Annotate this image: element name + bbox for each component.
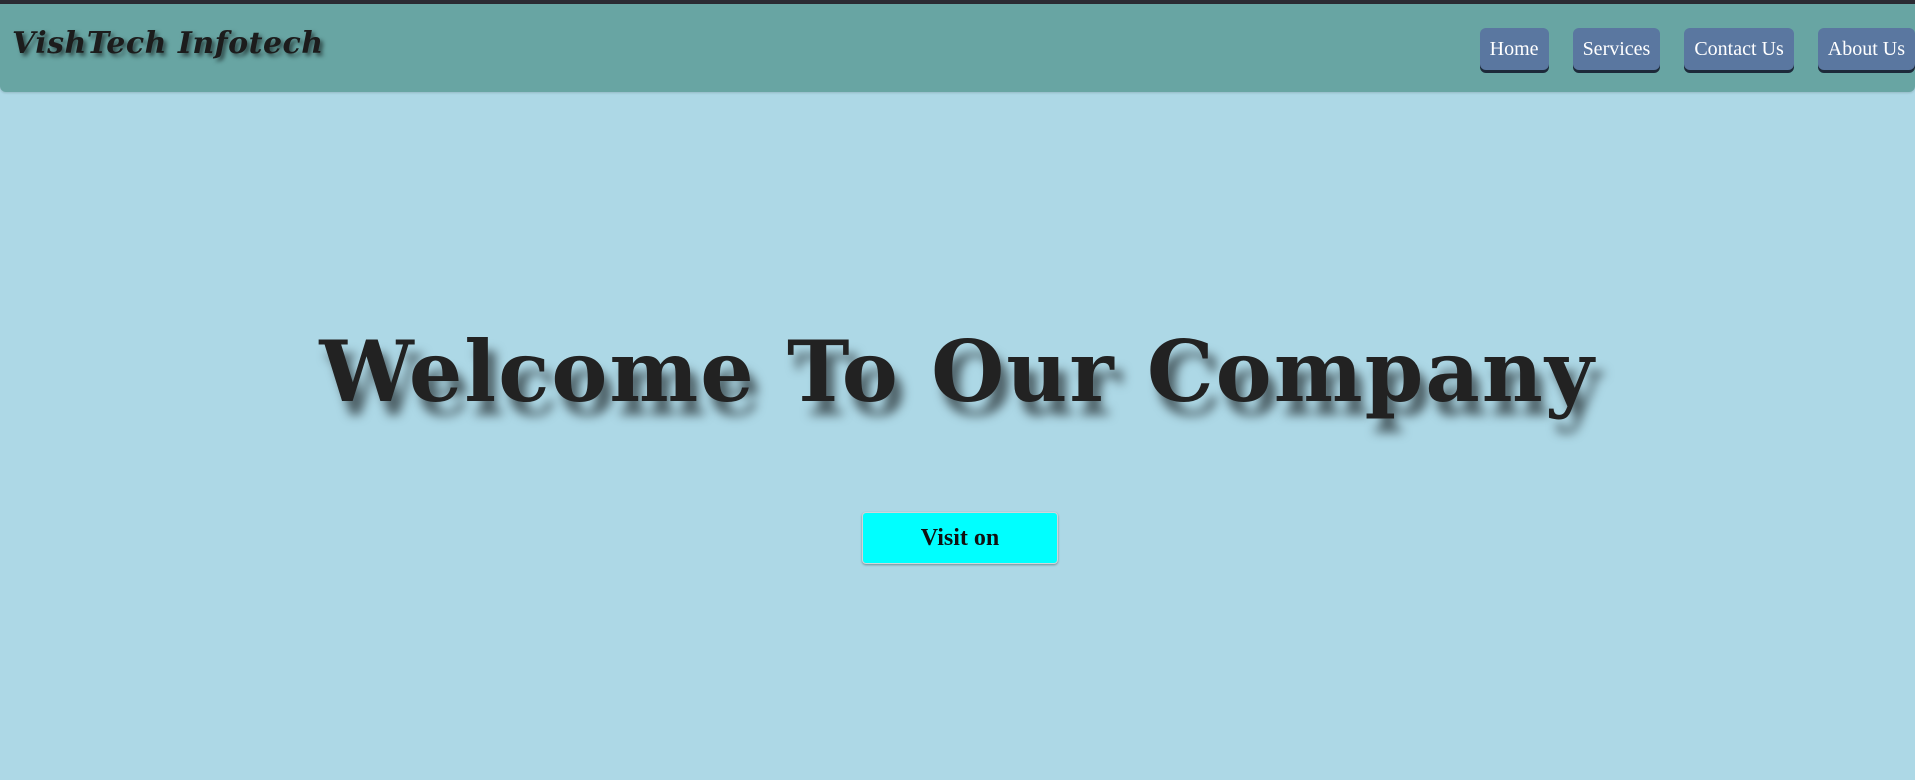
hero-title: Welcome To Our Company	[319, 322, 1596, 421]
navbar: VishTech Infotech Home Services Contact …	[0, 4, 1915, 92]
nav-home-button[interactable]: Home	[1479, 28, 1549, 70]
nav-services-button[interactable]: Services	[1572, 28, 1661, 70]
brand-logo[interactable]: VishTech Infotech	[12, 26, 324, 61]
visit-on-button[interactable]: Visit on	[862, 512, 1058, 564]
nav-about-button[interactable]: About Us	[1817, 28, 1915, 70]
main-nav: Home Services Contact Us About Us	[1479, 28, 1915, 70]
nav-contact-button[interactable]: Contact Us	[1684, 28, 1794, 70]
